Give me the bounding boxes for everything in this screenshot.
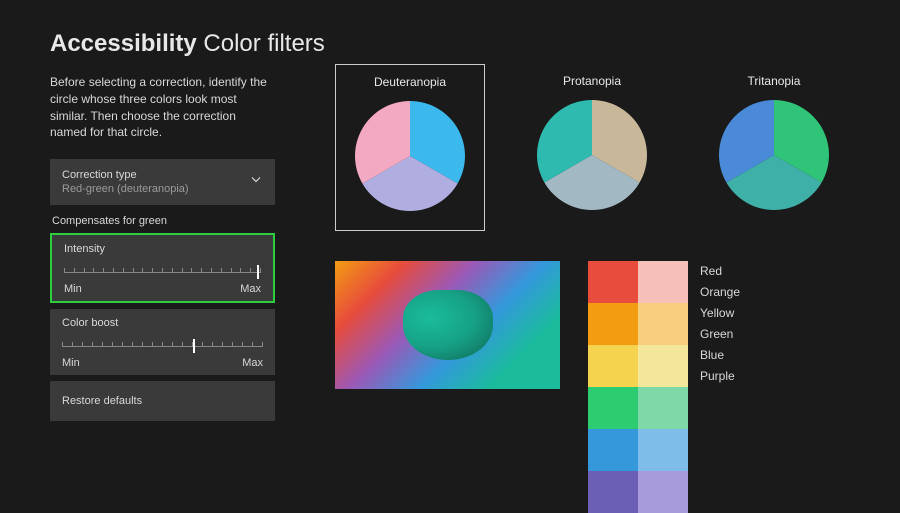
pie-icon xyxy=(719,100,829,210)
swatch xyxy=(638,471,688,513)
swatch xyxy=(588,261,638,303)
swatch-label: Red xyxy=(700,261,740,282)
colorboost-min: Min xyxy=(62,357,80,369)
swatch-label: Green xyxy=(700,324,740,345)
title-category: Accessibility xyxy=(50,30,197,57)
restore-defaults-button[interactable]: Restore defaults xyxy=(50,381,275,421)
swatch xyxy=(588,471,638,513)
color-swatches: RedOrangeYellowGreenBluePurple xyxy=(588,261,740,513)
title-section: Color filters xyxy=(203,30,324,57)
intensity-max: Max xyxy=(240,283,261,295)
color-filter-option[interactable]: Deuteranopia xyxy=(335,64,485,231)
intensity-min: Min xyxy=(64,283,82,295)
swatch xyxy=(588,345,638,387)
pie-icon xyxy=(355,101,465,211)
swatch xyxy=(638,429,688,471)
swatch xyxy=(588,387,638,429)
colorboost-track[interactable] xyxy=(62,339,263,353)
correction-type-label: Correction type xyxy=(62,169,263,181)
swatch xyxy=(638,303,688,345)
color-filter-option[interactable]: Tritanopia xyxy=(699,74,849,231)
intensity-track[interactable] xyxy=(64,265,261,279)
color-filter-label: Deuteranopia xyxy=(336,75,484,89)
color-filter-label: Tritanopia xyxy=(699,74,849,88)
colorboost-max: Max xyxy=(242,357,263,369)
settings-sidebar: Before selecting a correction, identify … xyxy=(50,74,275,513)
intensity-thumb[interactable] xyxy=(257,265,259,279)
color-filter-options: Deuteranopia Protanopia Tritanopia xyxy=(335,74,850,231)
intensity-slider[interactable]: Intensity Min Max xyxy=(50,233,275,303)
instructions-text: Before selecting a correction, identify … xyxy=(50,74,275,141)
swatch xyxy=(638,261,688,303)
chevron-down-icon xyxy=(249,173,263,192)
swatch-label: Yellow xyxy=(700,303,740,324)
swatch xyxy=(588,429,638,471)
colorboost-label: Color boost xyxy=(62,317,263,329)
correction-type-value: Red-green (deuteranopia) xyxy=(62,183,263,195)
preview-image xyxy=(335,261,560,389)
intensity-label: Intensity xyxy=(64,243,261,255)
colorboost-thumb[interactable] xyxy=(193,339,195,353)
color-filter-label: Protanopia xyxy=(517,74,667,88)
colorboost-slider[interactable]: Color boost Min Max xyxy=(50,309,275,375)
swatch xyxy=(638,387,688,429)
page-title: Accessibility Color filters xyxy=(50,30,850,58)
swatch xyxy=(588,303,638,345)
compensates-label: Compensates for green xyxy=(52,215,275,227)
swatch-label: Blue xyxy=(700,345,740,366)
swatch xyxy=(638,345,688,387)
swatch-label: Orange xyxy=(700,282,740,303)
correction-type-dropdown[interactable]: Correction type Red-green (deuteranopia) xyxy=(50,159,275,205)
color-filter-option[interactable]: Protanopia xyxy=(517,74,667,231)
swatch-label: Purple xyxy=(700,366,740,387)
pie-icon xyxy=(537,100,647,210)
